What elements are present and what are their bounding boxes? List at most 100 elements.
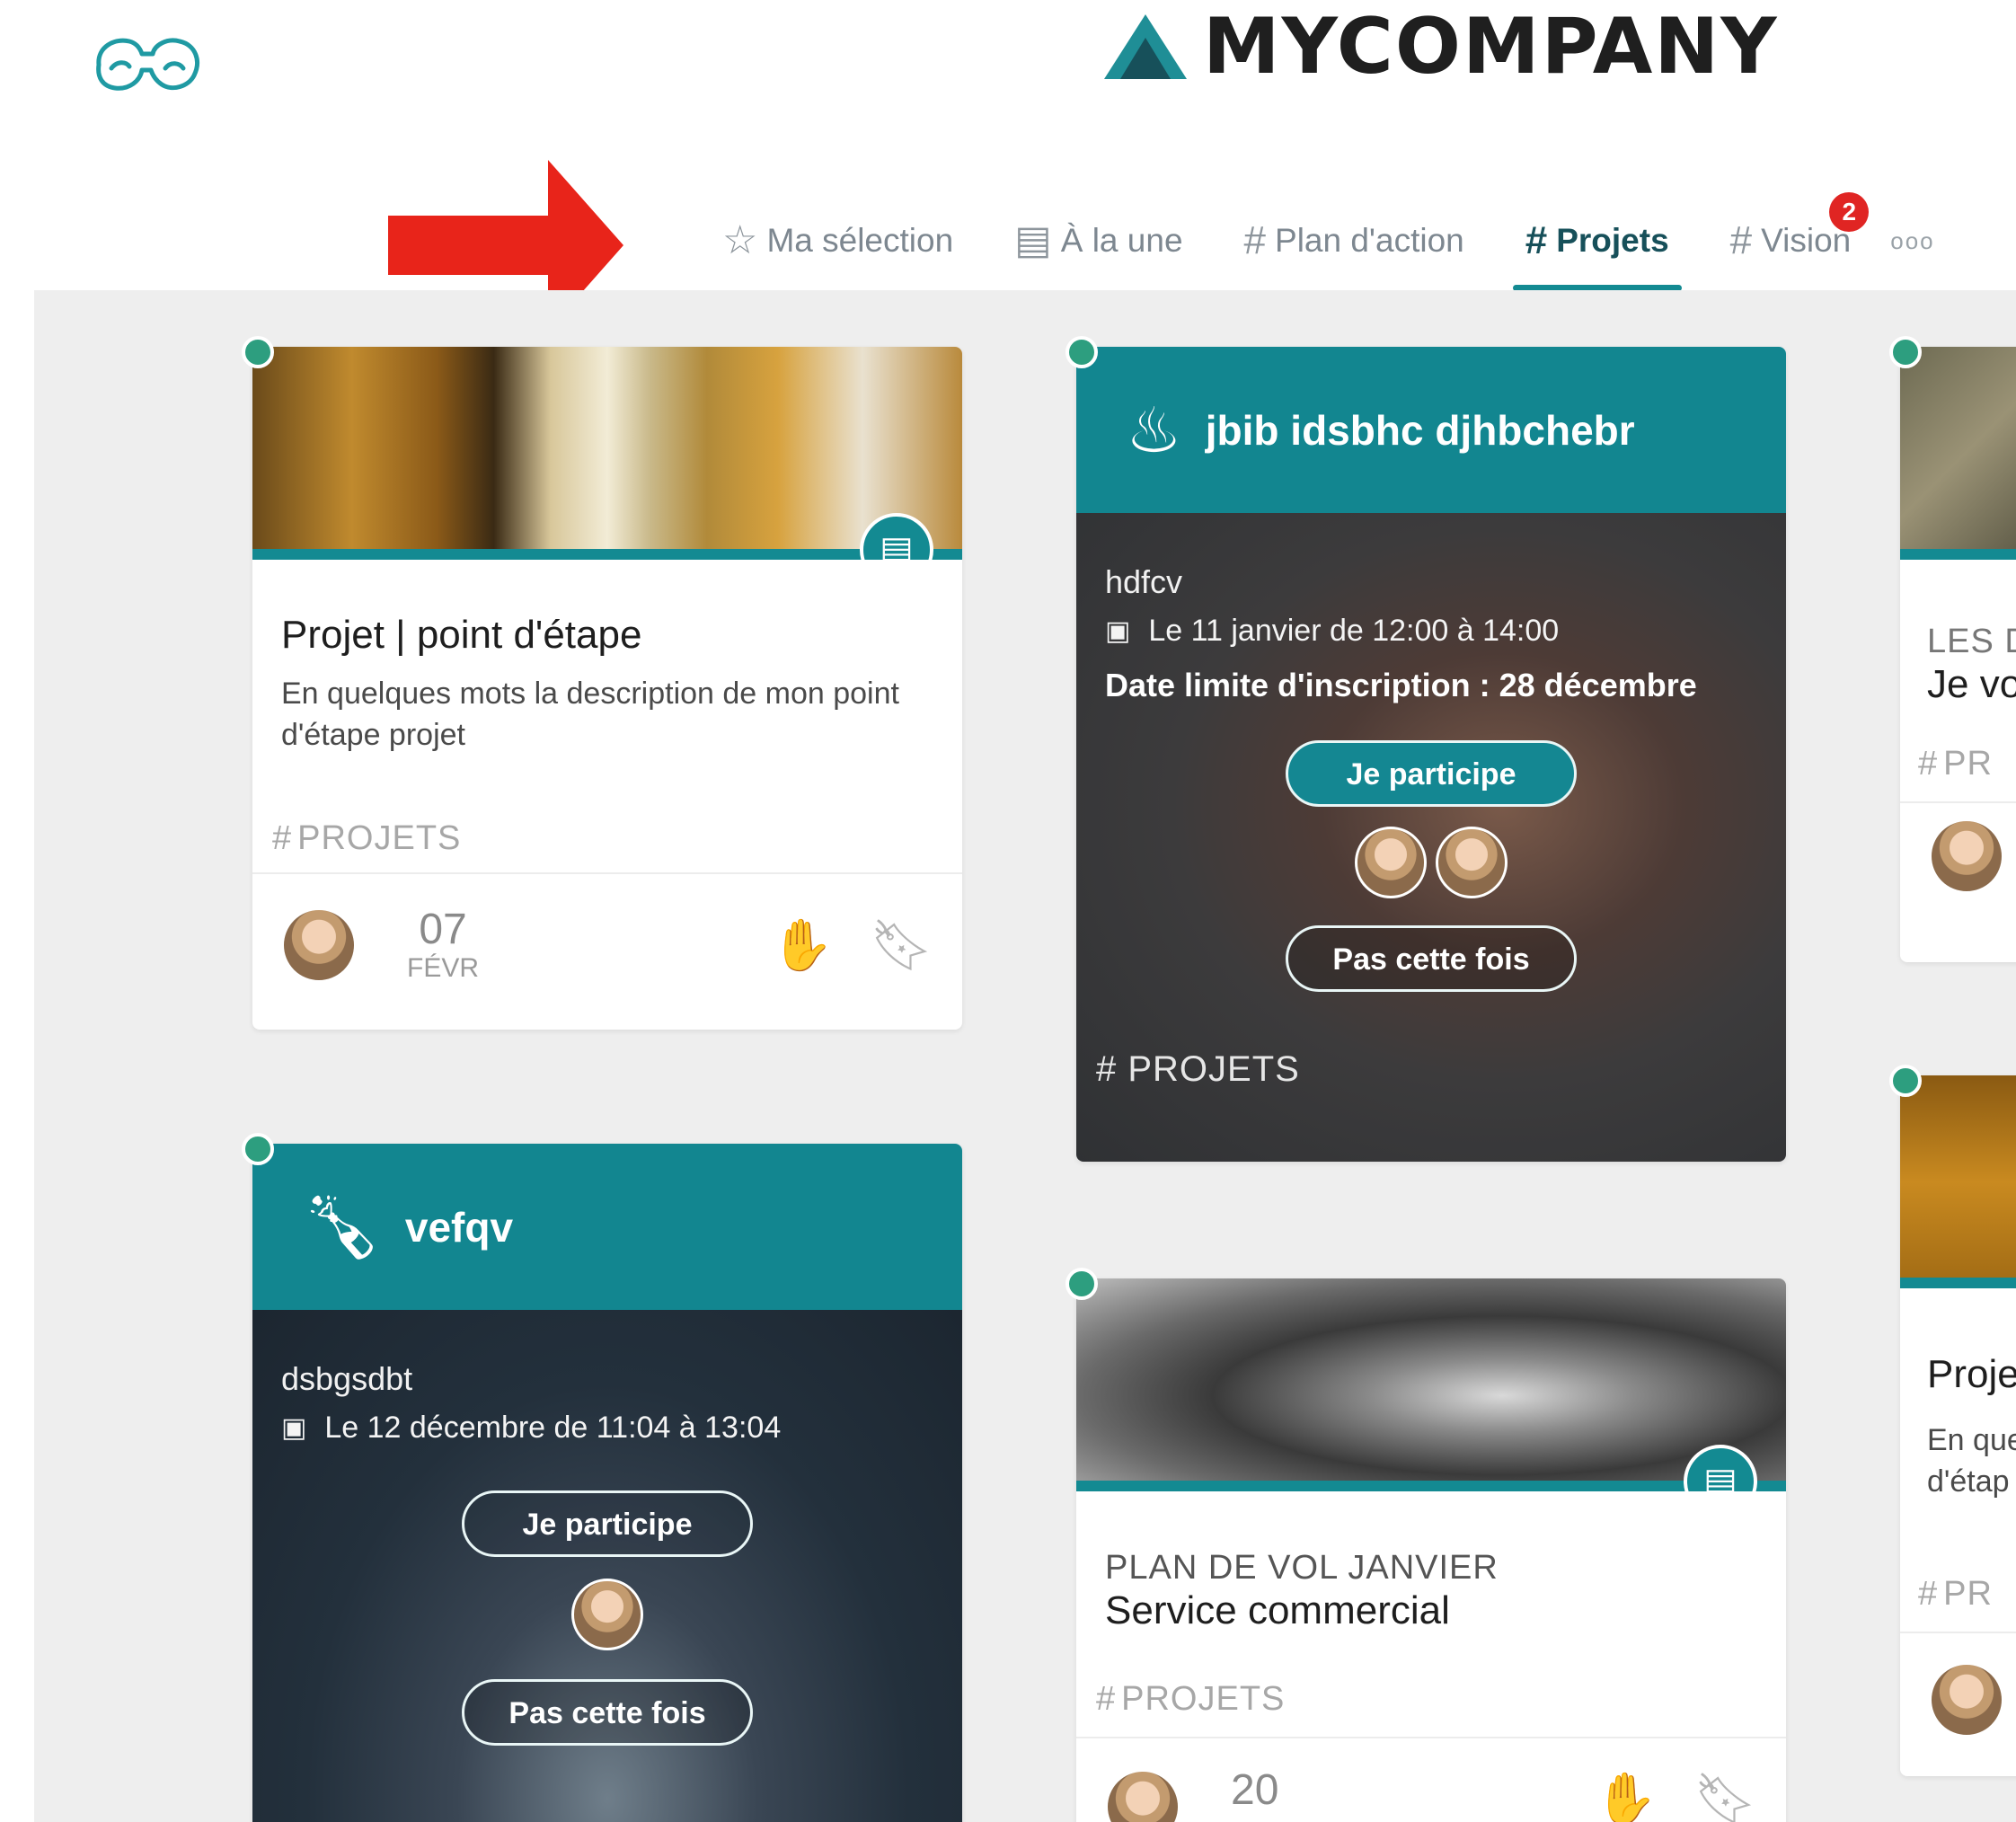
tab-a-la-une[interactable]: ▤ À la une [984, 198, 1213, 284]
app-logo-icon[interactable] [90, 27, 207, 99]
hashtag-icon: # [1918, 1574, 1939, 1613]
author-avatar[interactable] [1105, 1768, 1180, 1822]
participants [281, 1579, 933, 1650]
post-date: 07 FÉVR [407, 905, 480, 983]
participant-avatar[interactable] [1355, 827, 1427, 898]
newspaper-icon: ▤ [1014, 218, 1052, 262]
topic-tag[interactable]: # PR [1918, 1575, 2016, 1614]
brand-mark-icon [1104, 14, 1187, 79]
event-datetime: ▣ Le 12 décembre de 11:04 à 13:04 [281, 1411, 933, 1446]
event-datetime: ▣ Le 11 janvier de 12:00 à 14:00 [1105, 614, 1757, 649]
article-icon: ▤ [1684, 1445, 1757, 1491]
post-footer [1900, 1631, 2016, 1766]
participate-button[interactable]: Je participe [1286, 740, 1577, 807]
brand-name: MYCOMPANY [1203, 2, 1779, 92]
star-icon: ☆ [722, 218, 758, 262]
tab-label: Ma sélection [766, 222, 954, 259]
author-avatar[interactable] [281, 907, 357, 983]
post-card[interactable]: Proje En que d'étap # PR [1889, 1065, 2016, 1776]
event-when-text: Le 11 janvier de 12:00 à 14:00 [1148, 614, 1560, 648]
desc-line: En que [1927, 1422, 2016, 1457]
event-header: ♨ jbib idsbhc djhbchebr [1076, 347, 1786, 513]
tag-label: PR [1943, 1574, 1993, 1613]
topic-tag[interactable]: # PROJETS [1096, 1049, 1757, 1090]
cover-image: ▤ [1076, 1278, 1786, 1491]
post-footer [1900, 800, 2016, 909]
decline-button[interactable]: Pas cette fois [462, 1679, 753, 1746]
tab-plan-d-action[interactable]: # Plan d'action [1214, 198, 1495, 284]
tag-label: PR [1943, 744, 1993, 783]
decline-button[interactable]: Pas cette fois [1286, 925, 1577, 992]
desc-line: d'étap [1927, 1464, 2010, 1499]
post-eyebrow: PLAN DE VOL JANVIER [1105, 1549, 1499, 1587]
tab-projets[interactable]: # Projets [1495, 198, 1700, 291]
event-when-text: Le 12 décembre de 11:04 à 13:04 [324, 1411, 782, 1445]
post-eyebrow: LES D [1927, 623, 2016, 660]
event-card[interactable]: 🍾︎ vefqv dsbgsdbt ▣ Le 12 décembre de 11… [242, 1133, 962, 1822]
hashtag-icon: # [1525, 218, 1548, 262]
more-icon: ooo [1890, 226, 1935, 254]
participant-avatar[interactable] [571, 1579, 643, 1650]
post-footer: 07 FÉVR ✋ 🔖︎ [252, 871, 962, 1016]
tab-label: À la une [1060, 222, 1183, 259]
registration-deadline: Date limite d'inscription : 28 décembre [1105, 667, 1697, 703]
event-card[interactable]: ♨ jbib idsbhc djhbchebr hdfcv ▣ Le 11 ja… [1065, 336, 1786, 1162]
event-name: dsbgsdbt [281, 1360, 413, 1397]
author-avatar[interactable] [1929, 818, 2004, 894]
participants [1105, 827, 1757, 898]
event-body: hdfcv ▣ Le 11 janvier de 12:00 à 14:00 D… [1076, 513, 1786, 1162]
event-name: hdfcv [1105, 563, 1183, 600]
participant-avatar[interactable] [1436, 827, 1508, 898]
tab-label: Plan d'action [1275, 222, 1464, 259]
post-card[interactable]: ▤ Projet | point d'étape En quelques mot… [242, 336, 962, 1030]
cover-image: ▤ [252, 347, 962, 560]
participate-button[interactable]: Je participe [462, 1490, 753, 1557]
tab-more[interactable]: ooo [1881, 198, 1934, 284]
notification-badge: 2 [1829, 192, 1870, 232]
hashtag-icon: # [272, 818, 293, 857]
hashtag-icon: # [1729, 218, 1753, 262]
post-card[interactable]: ▤ PLAN DE VOL JANVIER Service commercial… [1065, 1268, 1786, 1822]
cover-image [1900, 347, 2016, 560]
event-body: dsbgsdbt ▣ Le 12 décembre de 11:04 à 13:… [252, 1310, 962, 1822]
post-date: 20 [1231, 1765, 1279, 1814]
status-dot [1065, 336, 1098, 368]
section-tabs: ☆ Ma sélection ▤ À la une # Plan d'actio… [692, 192, 1935, 291]
status-dot [1065, 1268, 1098, 1300]
cheers-bottles-icon: 🍾︎ [302, 1191, 382, 1262]
cover-image [1900, 1075, 2016, 1288]
article-icon: ▤ [860, 513, 933, 560]
applause-icon[interactable]: ✋ [771, 915, 834, 975]
tag-label: PROJETS [1127, 1049, 1300, 1089]
cooking-pot-icon: ♨ [1126, 394, 1182, 465]
hashtag-icon: # [1096, 1679, 1117, 1718]
calendar-icon: ▣ [281, 1413, 307, 1443]
post-title: Service commercial [1105, 1588, 1450, 1632]
topic-tag[interactable]: # PR [1918, 745, 2016, 783]
post-footer: 20 ✋ 🔖︎ [1076, 1736, 1786, 1822]
feed: ▤ Projet | point d'étape En quelques mot… [34, 290, 2016, 1822]
tab-vision[interactable]: # Vision 2 [1700, 192, 1882, 284]
status-dot [242, 1133, 274, 1165]
hashtag-icon: # [1243, 218, 1267, 262]
post-title: Je vo [1927, 662, 2016, 706]
post-card[interactable]: LES D Je vo #PR [1889, 336, 2016, 962]
author-avatar[interactable] [1929, 1661, 2004, 1738]
calendar-icon: ▣ [1105, 616, 1131, 646]
applause-icon[interactable]: ✋ [1595, 1769, 1658, 1822]
status-dot [1889, 1065, 1922, 1097]
date-day: 07 [419, 905, 467, 953]
post-title: Projet | point d'étape [281, 613, 642, 657]
bookmark-icon[interactable]: 🔖︎ [870, 915, 933, 975]
post-title: Proje [1927, 1352, 2016, 1396]
date-day: 20 [1231, 1765, 1279, 1814]
topic-tag[interactable]: # PROJETS [1096, 1680, 1757, 1719]
date-month: FÉVR [407, 952, 480, 983]
status-dot [1889, 336, 1922, 368]
bookmark-icon[interactable]: 🔖︎ [1693, 1769, 1757, 1822]
tab-ma-selection[interactable]: ☆ Ma sélection [692, 198, 984, 284]
hashtag-icon: # [1096, 1049, 1128, 1089]
event-title: jbib idsbhc djhbchebr [1205, 406, 1635, 454]
post-description: En quelques mots la description de mon p… [281, 676, 899, 752]
topic-tag[interactable]: # PROJETS [272, 819, 933, 858]
